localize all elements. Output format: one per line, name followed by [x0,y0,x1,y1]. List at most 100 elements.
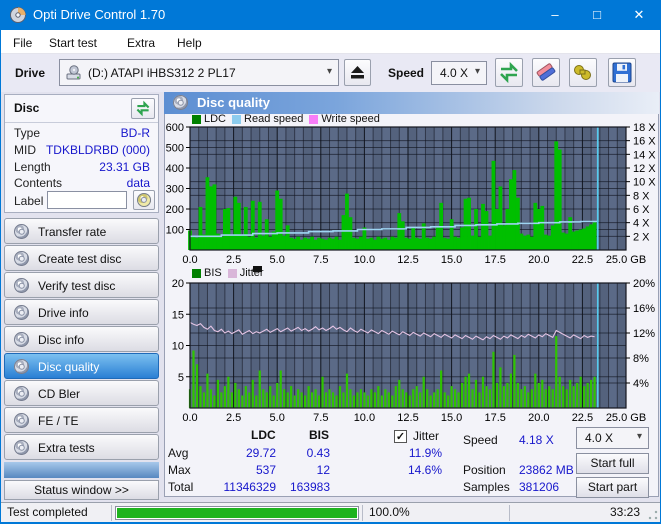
ldc-max-value: 537 [256,463,276,477]
sidebar-item-disc-info[interactable]: Disc info [4,326,159,352]
bis-column-header: BIS [309,428,329,442]
svg-text:12.5: 12.5 [397,412,418,424]
eject-button[interactable] [344,59,371,86]
disc-mid-value: TDKBLDRBD (000) [46,143,150,157]
erase-disc-button[interactable] [532,58,560,87]
svg-text:7.5: 7.5 [313,254,328,266]
ldc-legend-swatch [192,115,201,124]
sidebar-item-disc-quality[interactable]: Disc quality [4,353,159,379]
refresh-disc-button[interactable] [131,98,155,119]
svg-text:400: 400 [166,163,184,175]
svg-text:300: 300 [166,184,184,196]
disc-icon [14,359,29,374]
ldc-read-speed-chart: 1002003004005006002 X4 X6 X8 X10 X12 X14… [164,113,659,268]
read-speed-legend-swatch [232,115,241,124]
svg-text:0.0: 0.0 [182,412,197,424]
menu-help[interactable]: Help [173,34,206,52]
speed-select[interactable]: 4.0 X ▾ [431,61,487,85]
status-window-button[interactable]: Status window >> [4,480,159,500]
svg-text:10 X: 10 X [633,177,656,189]
disc-icon [14,332,29,347]
disc-icon [173,95,188,110]
menu-file[interactable]: File [9,34,36,52]
jitter-checkbox[interactable]: ✓ [394,430,407,443]
svg-text:6 X: 6 X [633,204,650,216]
drive-icon [66,65,82,81]
svg-text:500: 500 [166,143,184,155]
disc-icon [14,440,29,455]
disc-contents-value[interactable]: data [127,176,150,190]
position-stat-label: Position [463,463,506,477]
test-speed-select-value: 4.0 X [585,431,613,445]
grade-marker [253,266,262,272]
svg-text:25.0 GB: 25.0 GB [606,412,646,424]
floppy-save-icon [609,59,635,86]
svg-text:5.0: 5.0 [270,254,285,266]
svg-text:20%: 20% [633,278,655,290]
resize-grip[interactable] [648,510,658,520]
disc-type-label: Type [14,126,40,140]
elapsed-time: 33:23 [610,505,640,519]
close-button[interactable]: ✕ [618,0,660,30]
divider [5,122,158,123]
sidebar-item-extra-tests[interactable]: Extra tests [4,434,159,460]
drive-select-value: (D:) ATAPI iHBS312 2 PL17 [88,66,236,80]
disc-panel-title: Disc [14,101,39,115]
sidebar-item-label: CD Bler [38,387,80,401]
bis-legend-swatch [192,269,201,278]
test-speed-select[interactable]: 4.0 X ▾ [576,427,649,449]
svg-text:20.0: 20.0 [528,254,549,266]
bis-legend-label: BIS [204,267,222,279]
svg-text:8%: 8% [633,353,649,365]
sidebar-item-label: Extra tests [38,441,95,455]
progress-bar-fill [117,508,357,518]
ldc-column-header: LDC [251,428,276,442]
svg-text:25.0 GB: 25.0 GB [606,254,646,266]
svg-text:22.5: 22.5 [572,412,593,424]
refresh-speeds-button[interactable] [495,58,523,87]
drive-select[interactable]: (D:) ATAPI iHBS312 2 PL17 ▾ [59,59,339,86]
position-stat-value: 23862 MB [519,463,574,477]
svg-text:15.0: 15.0 [441,412,462,424]
sidebar-item-label: Disc quality [38,360,99,374]
avg-row-label: Avg [168,446,188,460]
samples-stat-value: 381206 [519,480,559,494]
svg-text:15.0: 15.0 [441,254,462,266]
menu-start-test[interactable]: Start test [45,34,101,52]
status-view-button[interactable] [569,58,597,87]
status-bar: Test completed 100.0% 33:23 [1,502,660,522]
eraser-icon [533,59,559,86]
svg-text:100: 100 [166,225,184,237]
app-disc-icon [10,7,26,23]
sidebar-item-fe-te[interactable]: FE / TE [4,407,159,433]
ldc-avg-value: 29.72 [246,446,276,460]
start-part-button[interactable]: Start part [576,477,649,498]
save-button[interactable] [608,58,636,87]
disc-label-input[interactable] [47,191,127,209]
sidebar-item-cd-bler[interactable]: CD Bler [4,380,159,406]
write-label-button[interactable] [133,190,155,210]
panel-title: Disc quality [197,95,270,110]
menu-extra[interactable]: Extra [123,34,159,52]
jitter-checkbox-label: Jitter [413,429,439,443]
maximize-button[interactable]: □ [576,0,618,30]
disc-label-label: Label [14,194,43,208]
svg-text:10.0: 10.0 [354,412,375,424]
toolbar: Drive (D:) ATAPI iHBS312 2 PL17 ▾ Speed … [1,54,660,92]
sidebar-item-drive-info[interactable]: Drive info [4,299,159,325]
sidebar-item-transfer-rate[interactable]: Transfer rate [4,218,159,244]
progress-percent: 100.0% [369,505,410,519]
disc-type-value: BD-R [121,126,150,140]
disc-icon [14,251,29,266]
svg-text:4 X: 4 X [633,218,650,230]
svg-text:17.5: 17.5 [484,254,505,266]
jitter-max-value: 14.6% [408,463,442,477]
sidebar-item-verify-test-disc[interactable]: Verify test disc [4,272,159,298]
sidebar-item-label: Transfer rate [38,225,106,239]
minimize-button[interactable]: – [534,0,576,30]
sidebar-item-label: Drive info [38,306,89,320]
sidebar-accent-strip [4,462,159,478]
chart1-legend: LDC Read speed Write speed [192,113,380,125]
start-full-button[interactable]: Start full [576,453,649,474]
sidebar-item-create-test-disc[interactable]: Create test disc [4,245,159,271]
